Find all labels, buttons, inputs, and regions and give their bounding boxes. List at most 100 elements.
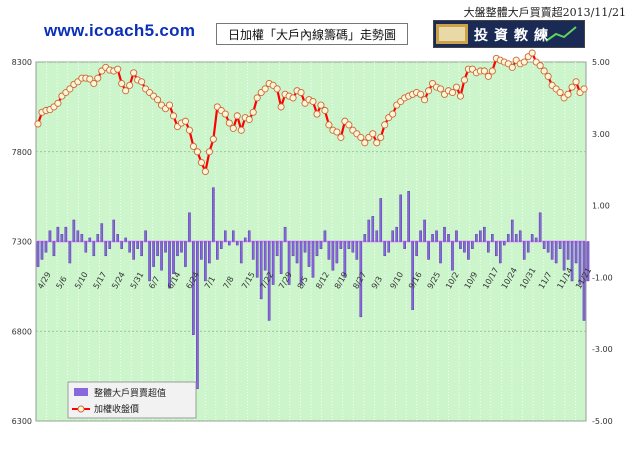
price-point bbox=[321, 106, 329, 115]
bar bbox=[303, 241, 307, 253]
left-axis-tick-label: 7300 bbox=[12, 238, 32, 247]
bar bbox=[363, 234, 367, 242]
price-point bbox=[460, 76, 468, 84]
bar bbox=[487, 241, 490, 253]
price-point bbox=[448, 88, 457, 97]
bar bbox=[204, 241, 207, 282]
left-axis-tick-label: 6800 bbox=[12, 327, 32, 336]
price-point bbox=[94, 74, 102, 82]
bar bbox=[371, 216, 375, 242]
bar bbox=[44, 241, 48, 253]
bar bbox=[479, 230, 482, 242]
price-point bbox=[389, 110, 397, 118]
price-point bbox=[528, 49, 536, 57]
price-point bbox=[556, 88, 564, 97]
bar bbox=[355, 241, 359, 260]
price-point bbox=[480, 67, 488, 75]
bar bbox=[152, 241, 155, 267]
right-axis-tick-label: -3.00 bbox=[592, 345, 613, 354]
price-point bbox=[317, 101, 325, 109]
price-point bbox=[345, 121, 353, 129]
bar bbox=[108, 241, 112, 249]
bar bbox=[542, 241, 546, 249]
bar bbox=[188, 212, 191, 242]
bar bbox=[120, 241, 123, 249]
bar bbox=[176, 241, 179, 257]
price-point bbox=[221, 110, 229, 118]
left-axis-tick-label: 7800 bbox=[12, 148, 32, 157]
price-point bbox=[90, 79, 98, 88]
left-axis-tick-label: 6300 bbox=[12, 417, 32, 426]
bar bbox=[80, 234, 84, 242]
price-point bbox=[114, 65, 122, 73]
bar bbox=[235, 241, 239, 246]
bar bbox=[566, 241, 570, 260]
bar bbox=[72, 219, 76, 242]
bar bbox=[435, 230, 438, 242]
bar bbox=[499, 241, 502, 264]
bar bbox=[538, 212, 542, 242]
price-point bbox=[233, 112, 241, 120]
bar bbox=[383, 241, 387, 257]
bar bbox=[311, 241, 315, 278]
bar bbox=[475, 234, 478, 242]
price-point bbox=[377, 133, 385, 141]
price-point bbox=[572, 78, 580, 86]
price-point bbox=[138, 78, 146, 86]
bar bbox=[231, 230, 235, 242]
price-point bbox=[421, 96, 429, 104]
bar bbox=[574, 241, 578, 264]
price-point bbox=[169, 112, 178, 120]
bar bbox=[351, 241, 355, 253]
bar bbox=[427, 241, 430, 260]
bar bbox=[160, 241, 163, 271]
bar bbox=[180, 241, 183, 253]
bar bbox=[463, 241, 466, 253]
price-point bbox=[54, 99, 62, 107]
price-point bbox=[181, 117, 190, 125]
price-point bbox=[436, 85, 445, 93]
price-point bbox=[508, 63, 516, 71]
bar bbox=[335, 241, 339, 264]
left-axis-tick-label: 8300 bbox=[12, 58, 32, 67]
bar bbox=[554, 241, 558, 264]
price-point bbox=[229, 124, 237, 132]
bar bbox=[104, 241, 108, 257]
price-point bbox=[205, 148, 213, 156]
bar bbox=[64, 226, 68, 242]
bar bbox=[148, 241, 151, 282]
price-point bbox=[245, 115, 253, 123]
price-point bbox=[297, 88, 305, 97]
price-point bbox=[122, 87, 130, 95]
bar bbox=[471, 241, 474, 249]
price-point bbox=[369, 130, 377, 138]
bar bbox=[88, 237, 92, 242]
bar bbox=[518, 230, 522, 242]
bar bbox=[546, 241, 550, 253]
price-point bbox=[488, 67, 496, 75]
bar bbox=[216, 241, 219, 260]
bar bbox=[283, 226, 287, 242]
bar bbox=[526, 241, 530, 253]
bar bbox=[399, 194, 402, 242]
bar bbox=[506, 234, 510, 242]
bar bbox=[514, 234, 518, 242]
price-point bbox=[361, 139, 369, 147]
bar bbox=[439, 241, 442, 264]
bar bbox=[391, 230, 394, 242]
price-point bbox=[193, 148, 201, 156]
bar bbox=[459, 241, 462, 249]
legend-line-label: 加權收盤價 bbox=[94, 403, 139, 415]
price-point bbox=[337, 133, 345, 141]
bar bbox=[48, 230, 52, 242]
bar bbox=[395, 226, 398, 242]
chart-page: 大盤整體大戶買賣超2013/11/21 www.icoach5.com 日加權「… bbox=[0, 0, 640, 453]
price-point bbox=[309, 97, 317, 106]
right-axis-tick-label: -5.00 bbox=[592, 417, 613, 426]
bar bbox=[239, 241, 243, 264]
bar bbox=[112, 219, 116, 242]
price-point bbox=[484, 72, 492, 80]
bar bbox=[220, 241, 223, 249]
bar bbox=[379, 198, 383, 242]
price-point bbox=[249, 108, 257, 116]
